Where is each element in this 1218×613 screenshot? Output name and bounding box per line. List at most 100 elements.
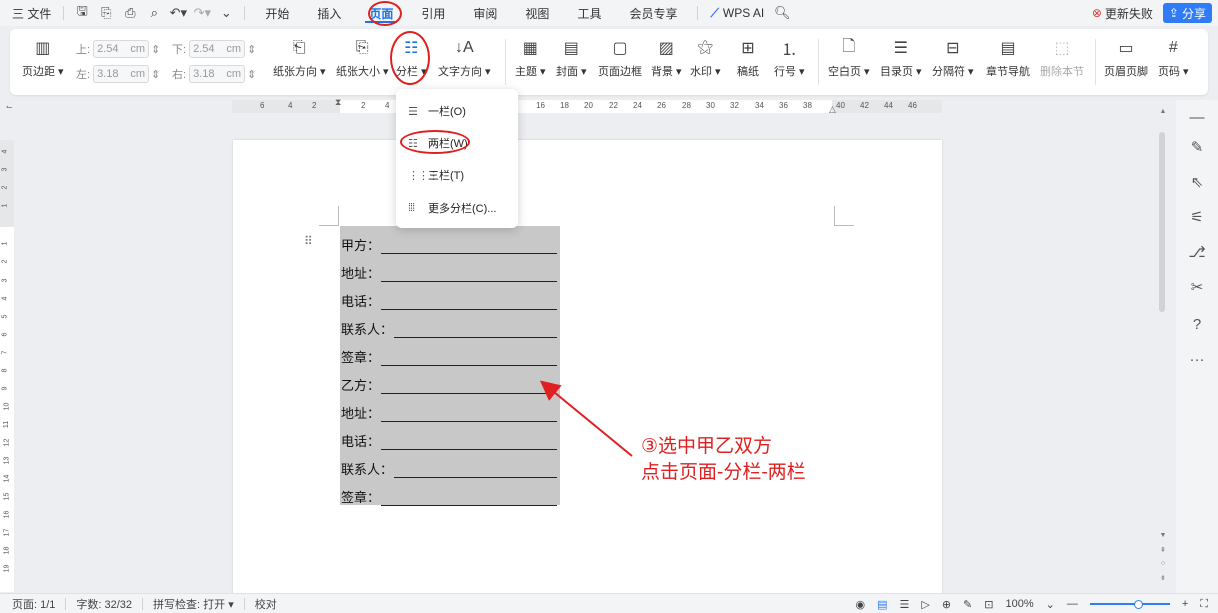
form-line[interactable]: 联系人： <box>341 450 558 478</box>
section-nav-icon: ▤ <box>1000 40 1016 57</box>
page-view-icon[interactable]: ▤ <box>877 598 887 611</box>
pen-icon[interactable]: ✎ <box>1186 136 1208 158</box>
export-icon[interactable]: ⎘ <box>96 3 116 23</box>
horizontal-ruler[interactable]: 6 4 2 2 4 16 18 20 22 24 26 28 30 32 34 … <box>232 97 942 115</box>
form-line[interactable]: 乙方： <box>341 366 558 394</box>
menu-item-two-columns[interactable]: ☷ 两栏(W) <box>408 135 468 151</box>
zoom-dropdown-icon[interactable]: ⌄ <box>1046 598 1055 611</box>
watermark-button[interactable]: ⚝ 水印 ▾ <box>690 37 721 79</box>
collapse-icon[interactable]: — <box>1186 106 1208 128</box>
tab-references[interactable]: 引用 <box>407 0 459 26</box>
tools-icon[interactable]: ✂ <box>1186 276 1208 298</box>
form-line[interactable]: 联系人： <box>341 310 558 338</box>
indent-marker-icon[interactable]: ⧗ <box>335 97 341 108</box>
margins-button[interactable]: ▥ 页边距 ▾ <box>22 37 64 79</box>
zoom-slider[interactable] <box>1089 600 1170 609</box>
tab-page[interactable]: 页面 <box>355 0 407 26</box>
redo-icon[interactable]: ↷▾ <box>192 3 212 23</box>
toc-page-button[interactable]: ☰ 目录页 ▾ <box>880 37 922 79</box>
spellcheck-toggle[interactable]: 拼写检查: 打开 ▾ <box>153 596 234 612</box>
more-icon[interactable]: ··· <box>1186 348 1208 370</box>
form-line[interactable]: 电话： <box>341 282 558 310</box>
translate-icon[interactable]: ⎇ <box>1186 241 1208 263</box>
scrollbar-thumb[interactable] <box>1159 132 1165 312</box>
tab-view[interactable]: 视图 <box>511 0 563 26</box>
line-numbers-button[interactable]: ⒈ 行号 ▾ <box>774 37 805 79</box>
help-icon[interactable]: ? <box>1186 313 1208 335</box>
tab-tools[interactable]: 工具 <box>563 0 615 26</box>
search-icon[interactable]: 🔍︎ <box>772 3 792 23</box>
prev-page-icon[interactable]: ⇞ <box>1158 546 1168 554</box>
header-footer-button[interactable]: ▭ 页眉页脚 <box>1104 37 1148 79</box>
text-direction-button[interactable]: ↓A 文字方向 ▾ <box>438 37 491 79</box>
page-count[interactable]: 页面: 1/1 <box>12 596 55 612</box>
web-view-icon[interactable]: ⊕ <box>942 598 951 611</box>
play-icon[interactable]: ▷ <box>921 598 929 611</box>
cover-button[interactable]: ▤ 封面 ▾ <box>556 37 587 79</box>
pen-mode-icon[interactable]: ✎ <box>963 598 972 611</box>
tab-home[interactable]: 开始 <box>251 0 303 26</box>
manuscript-paper-button[interactable]: ⊞ 稿纸 <box>737 37 759 79</box>
margin-bottom-input[interactable]: 2.54 cm <box>189 40 246 58</box>
more-chevron-icon[interactable]: ⌄ <box>216 3 236 23</box>
menu-item-one-column[interactable]: ☰ 一栏(O) <box>408 103 466 119</box>
document-page[interactable]: ⠿ 甲方： 地址： 电话： 联系人： 签章： 乙方： 地址： 电话： 联系人： … <box>233 140 942 595</box>
select-browse-icon[interactable]: ○ <box>1158 560 1168 567</box>
form-line[interactable]: 签章： <box>341 338 558 366</box>
columns-button[interactable]: ☷ 分栏 ▾ <box>396 37 427 79</box>
print-preview-icon[interactable]: ⌕ <box>144 3 164 23</box>
sliders-icon[interactable]: ⚟ <box>1186 206 1208 228</box>
margin-left-input[interactable]: 3.18 cm <box>93 65 150 83</box>
select-cursor-icon[interactable]: ⇖ <box>1186 171 1208 193</box>
file-menu[interactable]: 三 文件 <box>6 0 57 26</box>
eye-icon[interactable]: ◉ <box>855 598 865 611</box>
paper-size-button[interactable]: ⎘ 纸张大小 ▾ <box>336 37 389 79</box>
outline-view-icon[interactable]: ☰ <box>900 598 910 611</box>
section-nav-button[interactable]: ▤ 章节导航 <box>986 37 1030 79</box>
tab-review[interactable]: 审阅 <box>459 0 511 26</box>
scroll-down-icon[interactable]: ▼ <box>1158 532 1168 539</box>
vertical-scrollbar[interactable]: ▲ ▼ ⇞ ○ ⇟ <box>1158 102 1168 590</box>
break-button[interactable]: ⊟ 分隔符 ▾ <box>932 37 974 79</box>
blank-page-button[interactable]: 🗋 空白页 ▾ <box>828 37 870 79</box>
right-indent-marker-icon[interactable]: △ <box>829 104 836 115</box>
proofread-button[interactable]: 校对 <box>255 596 277 612</box>
spinner-icon[interactable]: ⇕ <box>151 68 160 81</box>
form-line[interactable]: 地址： <box>341 254 558 282</box>
print-icon[interactable]: ⎙ <box>120 3 140 23</box>
menu-item-more-columns[interactable]: ⁞⁞⁞ 更多分栏(C)... <box>408 200 496 216</box>
update-status[interactable]: ⊗ 更新失败 <box>1092 0 1153 26</box>
form-line[interactable]: 签章： <box>341 478 558 506</box>
zoom-level[interactable]: 100% <box>1006 598 1034 610</box>
page-border-button[interactable]: ▢ 页面边框 <box>598 37 642 79</box>
background-button[interactable]: ▨ 背景 ▾ <box>651 37 682 79</box>
form-line[interactable]: 地址： <box>341 394 558 422</box>
vertical-ruler[interactable]: 4 3 2 1 1 2 3 4 5 6 7 8 9 10 11 12 13 14… <box>0 140 14 592</box>
tab-insert[interactable]: 插入 <box>303 0 355 26</box>
page-number-button[interactable]: # 页码 ▾ <box>1158 37 1189 79</box>
form-line[interactable]: 电话： <box>341 422 558 450</box>
spinner-icon[interactable]: ⇕ <box>151 43 160 56</box>
save-icon[interactable]: 🖫 <box>72 3 92 23</box>
orientation-button[interactable]: ⎗ 纸张方向 ▾ <box>273 37 326 79</box>
fit-icon[interactable]: ⊡ <box>984 598 993 611</box>
fullscreen-icon[interactable]: ⛶ <box>1200 598 1208 611</box>
undo-icon[interactable]: ↶▾ <box>168 3 188 23</box>
theme-button[interactable]: ▦ 主题 ▾ <box>515 37 546 79</box>
share-button[interactable]: ⇪ 分享 <box>1162 3 1212 23</box>
tab-member[interactable]: 会员专享 <box>615 0 691 26</box>
next-page-icon[interactable]: ⇟ <box>1158 574 1168 582</box>
delete-section-button[interactable]: ⬚ 删除本节 <box>1040 37 1084 79</box>
word-count[interactable]: 字数: 32/32 <box>76 596 132 612</box>
zoom-out-icon[interactable]: — <box>1067 598 1078 610</box>
zoom-in-icon[interactable]: + <box>1182 598 1188 610</box>
spinner-icon[interactable]: ⇕ <box>247 43 256 56</box>
menu-item-three-columns[interactable]: ⋮⋮⋮ 三栏(T) <box>408 167 464 183</box>
margin-right-input[interactable]: 3.18 cm <box>189 65 246 83</box>
form-line[interactable]: 甲方： <box>341 226 558 254</box>
spinner-icon[interactable]: ⇕ <box>247 68 256 81</box>
margin-top-input[interactable]: 2.54 cm <box>93 40 150 58</box>
drag-handle-icon[interactable]: ⠿ <box>304 234 313 248</box>
wps-ai-button[interactable]: ⟋ WPS AI <box>704 0 770 26</box>
scroll-up-icon[interactable]: ▲ <box>1158 108 1168 115</box>
